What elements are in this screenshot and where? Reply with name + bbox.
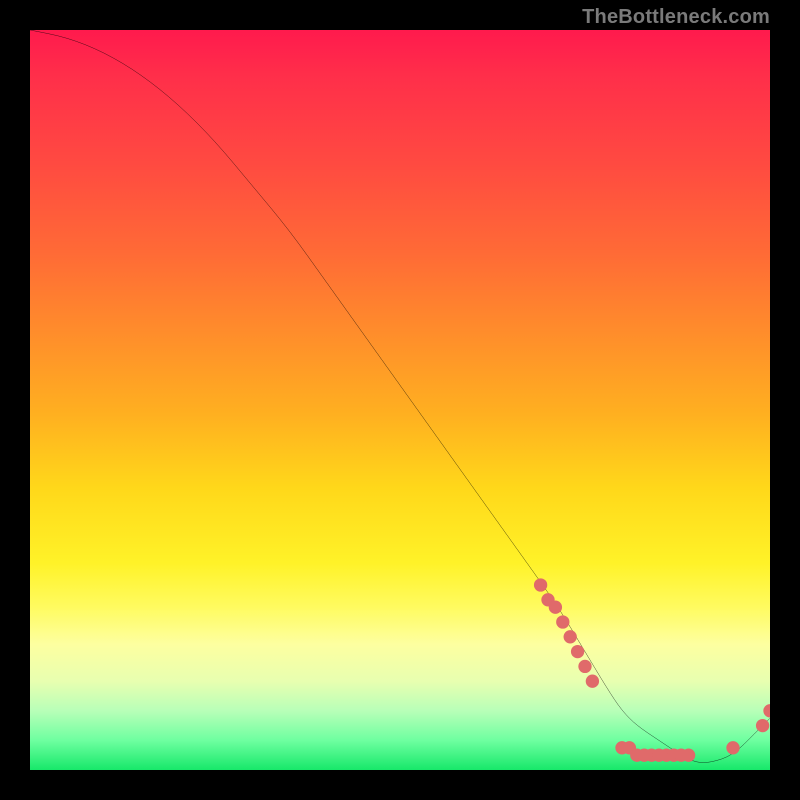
data-marker bbox=[578, 660, 591, 673]
data-marker bbox=[534, 578, 547, 591]
data-marker bbox=[586, 675, 599, 688]
data-marker bbox=[571, 645, 584, 658]
plot-area bbox=[30, 30, 770, 770]
chart-stage: TheBottleneck.com bbox=[0, 0, 800, 800]
data-marker bbox=[556, 615, 569, 628]
curve-layer bbox=[30, 30, 770, 770]
data-marker bbox=[763, 704, 770, 717]
watermark-text: TheBottleneck.com bbox=[582, 6, 770, 29]
data-marker bbox=[756, 719, 769, 732]
data-marker bbox=[726, 741, 739, 754]
data-marker bbox=[549, 601, 562, 614]
bottleneck-curve bbox=[30, 30, 770, 763]
data-marker bbox=[682, 749, 695, 762]
data-marker bbox=[564, 630, 577, 643]
marker-layer bbox=[534, 578, 770, 762]
